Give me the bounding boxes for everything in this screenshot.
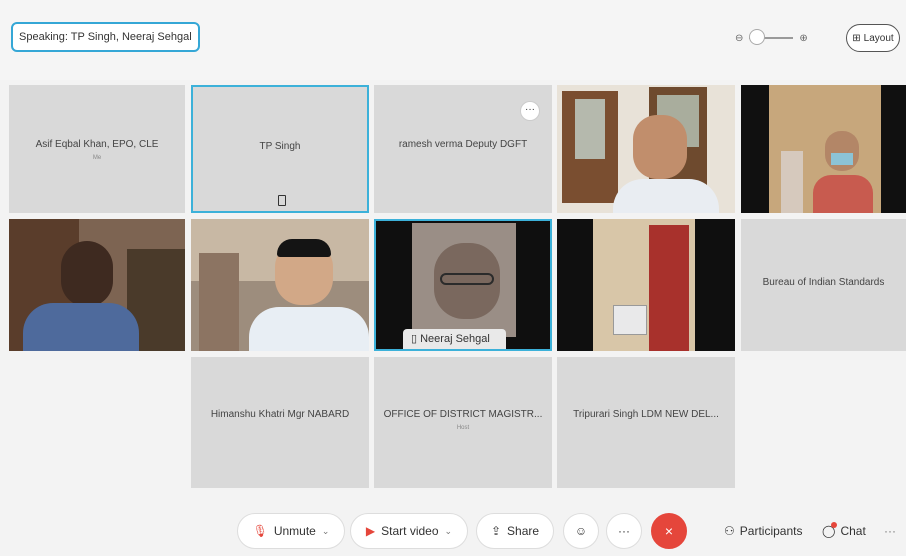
phone-icon [278,195,286,206]
monitor-image [613,305,647,335]
participant-face-image [825,131,859,171]
chevron-down-icon[interactable]: ⌄ [445,526,453,537]
start-video-label: Start video [381,524,439,538]
door-image [199,253,239,351]
participant-name: OFFICE OF DISTRICT MAGISTR... [383,409,543,420]
share-label: Share [507,524,540,538]
participant-shirt-image [813,175,873,213]
participant-tile[interactable]: ··· ramesh verma Deputy DGFT [374,85,552,213]
overflow-icon: ··· [884,524,896,538]
layout-grid-icon: ⊞ [852,32,861,44]
participant-name: Neeraj Sehgal [420,333,490,345]
zoom-slider-handle[interactable] [749,29,766,45]
unmute-button[interactable]: 🎙 Unmute ⌄ [237,513,345,549]
participant-video-tile[interactable] [191,219,369,351]
participant-face-image [633,115,687,179]
participant-name: ramesh verma Deputy DGFT [398,139,528,150]
participant-name-label: ▯ Neeraj Sehgal [403,329,506,349]
zoom-in-icon[interactable]: ⊕ [799,33,807,44]
glasses-image [440,273,494,285]
share-icon: ⇪ [490,524,502,538]
participant-tile[interactable]: Bureau of Indian Standards [741,219,906,351]
zoom-slider[interactable] [749,29,794,45]
reactions-button[interactable]: ☺ [563,513,599,549]
empty-tile [741,357,906,488]
active-speaker-label: Speaking: TP Singh, Neeraj Sehgal [19,31,192,43]
chat-button[interactable]: ◯ Chat [822,513,866,549]
more-options-button[interactable]: ··· [606,513,642,549]
participant-shirt-image [23,303,139,351]
more-icon: ··· [618,524,630,538]
share-button[interactable]: ⇪ Share [476,513,554,549]
curtain-image [649,225,689,351]
layout-button[interactable]: ⊞ Layout [846,24,900,52]
emoji-icon: ☺ [574,524,588,538]
microphone-muted-icon: 🎙 [252,524,268,538]
chevron-down-icon[interactable]: ⌄ [322,526,330,537]
participant-tile[interactable]: Himanshu Khatri Mgr NABARD [191,357,369,488]
participant-tile[interactable]: Asif Eqbal Khan, EPO, CLE Me [9,85,185,213]
participants-icon: ⚇ [724,524,735,538]
chat-label: Chat [840,524,866,538]
meeting-controls-bar: 🎙 Unmute ⌄ ▶ Start video ⌄ ⇪ Share ☺ ···… [0,505,906,556]
start-video-button[interactable]: ▶ Start video ⌄ [350,513,468,549]
close-icon: × [664,523,674,539]
layout-label: Layout [863,32,894,44]
participants-button[interactable]: ⚇ Participants [724,513,802,549]
participant-video-grid: Asif Eqbal Khan, EPO, CLE Me TP Singh ··… [9,85,906,488]
participant-video-tile[interactable] [9,219,185,351]
unread-badge [831,522,838,528]
participant-tile-active-speaker[interactable]: TP Singh [191,85,369,213]
participant-shirt-image [613,179,719,213]
person-background-image [781,151,803,213]
participant-tile[interactable]: Tripurari Singh LDM NEW DEL... [557,357,735,488]
participant-video-tile[interactable] [557,85,735,213]
participant-hair-image [277,239,331,257]
unmute-label: Unmute [273,524,316,538]
video-off-icon: ▶ [365,524,376,538]
participant-role: Me [92,155,102,161]
participant-name: TP Singh [259,141,301,152]
participant-tile[interactable]: OFFICE OF DISTRICT MAGISTR... Host [374,357,552,488]
top-bar: Speaking: TP Singh, Neeraj Sehgal ⊖ ⊕ ⊞ … [0,0,906,80]
participant-tile-active-speaker[interactable]: ▯ Neeraj Sehgal [374,219,552,351]
participant-name: Himanshu Khatri Mgr NABARD [210,409,350,420]
participant-video-tile[interactable] [741,85,906,213]
overflow-menu-button[interactable]: ··· [884,513,896,549]
participant-face-image [61,241,113,307]
participant-video-tile[interactable] [557,219,735,351]
face-mask-image [831,153,853,165]
participants-label: Participants [739,524,803,538]
participant-name: Asif Eqbal Khan, EPO, CLE [35,139,159,150]
phone-icon: ▯ [411,333,421,345]
participant-shirt-image [249,307,369,351]
empty-tile [9,357,185,488]
window-image [575,99,605,159]
active-speaker-indicator: Speaking: TP Singh, Neeraj Sehgal [11,22,200,52]
participant-name: Tripurari Singh LDM NEW DEL... [573,409,719,420]
participant-role: Host [456,425,470,431]
more-options-button[interactable]: ··· [520,101,540,121]
leave-meeting-button[interactable]: × [651,513,687,549]
video-zoom-control[interactable]: ⊖ ⊕ [735,24,839,52]
zoom-out-icon[interactable]: ⊖ [735,33,743,44]
chat-icon: ◯ [822,522,838,538]
participant-name: Bureau of Indian Standards [762,277,885,288]
